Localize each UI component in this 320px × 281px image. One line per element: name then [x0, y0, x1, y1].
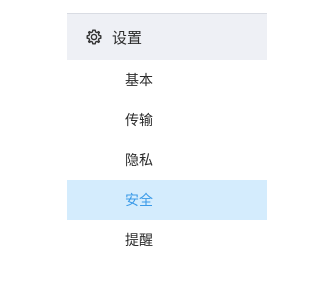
- settings-menu: 设置 基本 传输 隐私 安全 提醒: [67, 13, 267, 260]
- menu-item-privacy[interactable]: 隐私: [67, 140, 267, 180]
- menu-item-label: 安全: [125, 193, 153, 209]
- menu-item-basic[interactable]: 基本: [67, 60, 267, 100]
- settings-title: 设置: [112, 28, 143, 47]
- menu-item-transfer[interactable]: 传输: [67, 100, 267, 140]
- settings-menu-header[interactable]: 设置: [67, 13, 267, 60]
- menu-item-label: 隐私: [125, 153, 153, 169]
- menu-item-reminder[interactable]: 提醒: [67, 220, 267, 260]
- menu-item-label: 提醒: [125, 233, 153, 249]
- gear-icon: [86, 29, 102, 45]
- page: 设置 基本 传输 隐私 安全 提醒: [0, 0, 271, 281]
- menu-item-security[interactable]: 安全: [67, 180, 267, 220]
- menu-item-label: 基本: [125, 73, 153, 89]
- menu-item-label: 传输: [125, 113, 153, 129]
